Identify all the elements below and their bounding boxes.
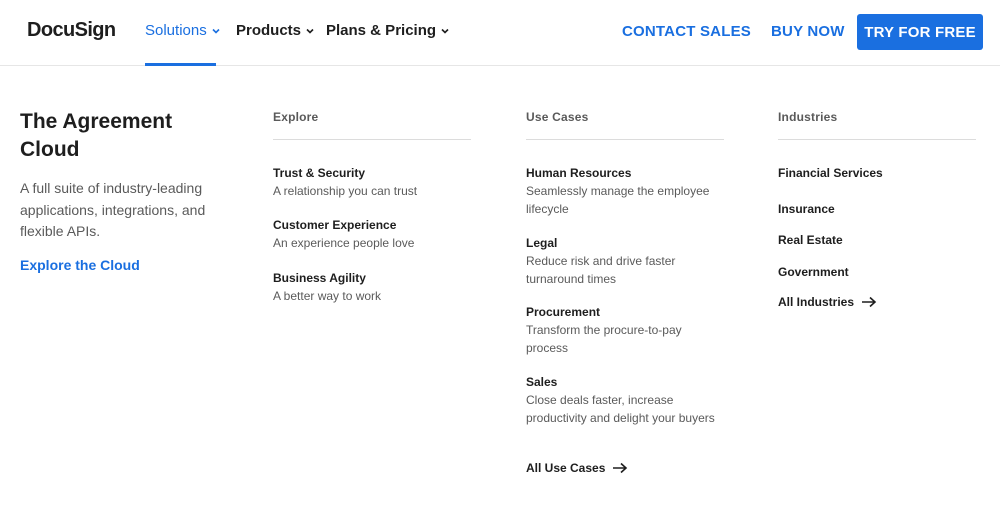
menu-item-desc: Close deals faster, increase productivit… bbox=[526, 393, 715, 425]
explore-the-cloud-link[interactable]: Explore the Cloud bbox=[20, 257, 140, 273]
menu-item-title: Financial Services bbox=[778, 166, 883, 180]
buy-now-link[interactable]: BUY NOW bbox=[771, 23, 845, 40]
contact-sales-link[interactable]: CONTACT SALES bbox=[622, 23, 751, 40]
chevron-down-icon bbox=[305, 26, 315, 36]
menu-item-title: Insurance bbox=[778, 202, 835, 216]
intro-description: A full suite of industry-leading applica… bbox=[20, 180, 206, 239]
menu-item-customer-experience[interactable]: Customer Experience An experience people… bbox=[273, 217, 471, 253]
menu-item-financial-services[interactable]: Financial Services bbox=[778, 165, 976, 182]
all-industries-link[interactable]: All Industries bbox=[778, 295, 877, 309]
menu-item-title: Real Estate bbox=[778, 233, 843, 247]
all-use-cases-link[interactable]: All Use Cases bbox=[526, 461, 628, 475]
nav-products-label: Products bbox=[236, 22, 302, 39]
menu-item-title: Business Agility bbox=[273, 271, 366, 285]
menu-item-desc: Seamlessly manage the employee lifecycle bbox=[526, 184, 710, 216]
active-nav-underline bbox=[145, 63, 216, 66]
menu-item-sales[interactable]: Sales Close deals faster, increase produ… bbox=[526, 374, 724, 427]
menu-item-procurement[interactable]: Procurement Transform the procure-to-pay… bbox=[526, 304, 724, 357]
intro-title: The Agreement Cloud bbox=[20, 110, 173, 161]
menu-item-title: Customer Experience bbox=[273, 218, 397, 232]
menu-item-desc: An experience people love bbox=[273, 236, 415, 250]
all-use-cases-label: All Use Cases bbox=[526, 461, 606, 475]
industries-column: Industries Financial Services Insurance … bbox=[778, 107, 976, 309]
menu-item-government[interactable]: Government bbox=[778, 264, 976, 281]
menu-item-business-agility[interactable]: Business Agility A better way to work bbox=[273, 270, 471, 306]
use-cases-heading: Use Cases bbox=[526, 107, 724, 140]
nav-products[interactable]: Products bbox=[236, 22, 315, 39]
menu-item-title: Sales bbox=[526, 375, 558, 389]
nav-solutions-label: Solutions bbox=[145, 22, 207, 39]
top-nav-bar: DocuSign Solutions Products Plans & Pric… bbox=[0, 0, 1000, 66]
menu-item-desc: A better way to work bbox=[273, 289, 382, 303]
all-industries-label: All Industries bbox=[778, 295, 855, 309]
chevron-down-icon bbox=[440, 26, 450, 36]
menu-item-insurance[interactable]: Insurance bbox=[778, 201, 976, 218]
menu-item-desc: Transform the procure-to-pay process bbox=[526, 323, 682, 355]
use-cases-column: Use Cases Human Resources Seamlessly man… bbox=[526, 107, 724, 475]
nav-plans-pricing[interactable]: Plans & Pricing bbox=[326, 22, 450, 39]
menu-item-title: Trust & Security bbox=[273, 166, 366, 180]
menu-item-desc: Reduce risk and drive faster turnaround … bbox=[526, 254, 676, 286]
nav-solutions[interactable]: Solutions bbox=[145, 22, 221, 39]
menu-item-human-resources[interactable]: Human Resources Seamlessly manage the em… bbox=[526, 165, 724, 218]
menu-item-trust-security[interactable]: Trust & Security A relationship you can … bbox=[273, 165, 471, 201]
menu-item-title: Legal bbox=[526, 236, 558, 250]
menu-item-title: Government bbox=[778, 265, 849, 279]
arrow-right-icon bbox=[613, 462, 628, 474]
try-for-free-button[interactable]: TRY FOR FREE bbox=[857, 14, 983, 50]
menu-item-desc: A relationship you can trust bbox=[273, 184, 418, 198]
menu-item-real-estate[interactable]: Real Estate bbox=[778, 232, 976, 249]
chevron-down-icon bbox=[211, 26, 221, 36]
docusign-logo[interactable]: DocuSign bbox=[27, 19, 116, 42]
menu-item-legal[interactable]: Legal Reduce risk and drive faster turna… bbox=[526, 235, 724, 288]
nav-plans-label: Plans & Pricing bbox=[326, 22, 437, 39]
explore-column: Explore Trust & Security A relationship … bbox=[273, 107, 471, 303]
menu-item-title: Procurement bbox=[526, 305, 601, 319]
menu-item-title: Human Resources bbox=[526, 166, 632, 180]
industries-heading: Industries bbox=[778, 107, 976, 140]
explore-heading: Explore bbox=[273, 107, 471, 140]
arrow-right-icon bbox=[862, 296, 877, 308]
